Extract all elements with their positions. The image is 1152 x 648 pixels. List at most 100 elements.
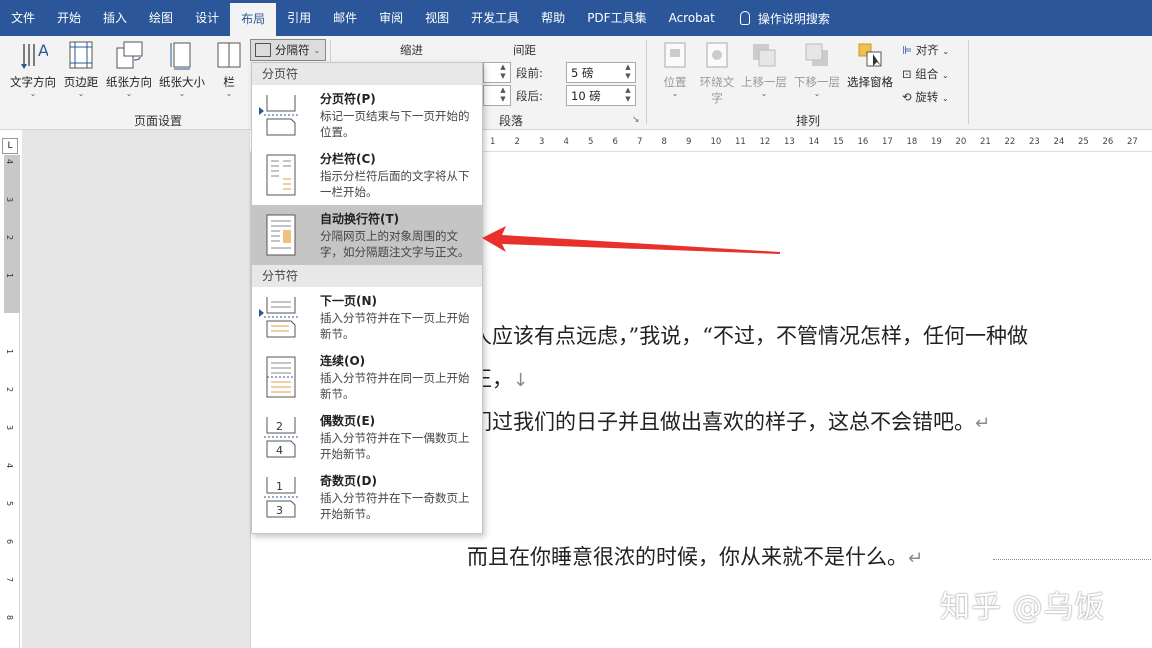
space-after-input[interactable]: 10 磅 ▲ ▼ [566,85,636,106]
tab-view[interactable]: 视图 [414,0,460,36]
ruler-number: 19 [931,137,942,147]
align-icon: ⊫ [902,43,913,57]
section-break-dotted-line [993,559,1152,560]
tab-acrobat[interactable]: Acrobat [658,0,726,36]
tab-draw[interactable]: 绘图 [138,0,184,36]
menu-item-next-page[interactable]: 下一页(N) 插入分节符并在下一页上开始新节。 [252,287,482,347]
tab-home[interactable]: 开始 [46,0,92,36]
svg-text:2: 2 [276,420,283,433]
space-after-value: 10 磅 [571,88,601,103]
menu-item-title: 分页符(P) [320,92,376,106]
group-objects-button[interactable]: ⊡ 组合 ⌄ [902,66,949,82]
menu-item-description: 标记一页结束与下一页开始的位置。 [320,109,470,139]
paragraph-group-label: 段落 [499,114,524,128]
ruler-number: 1 [5,272,15,279]
space-before-value: 5 磅 [571,65,594,80]
tell-me-search[interactable]: 操作说明搜索 [726,10,830,27]
space-before-label: 段前: [516,66,543,80]
space-after-label: 段后: [516,89,543,103]
tab-review[interactable]: 审阅 [368,0,414,36]
group-divider [968,40,969,124]
send-backward-button[interactable]: 下移一层 ⌄ [792,40,842,98]
next-page-break-icon [264,297,298,338]
chevron-down-icon: ⌄ [941,71,949,80]
tab-references[interactable]: 引用 [276,0,322,36]
ruler-number: 16 [857,137,869,147]
menu-item-column-break[interactable]: 分栏符(C) 指示分栏符后面的文字将从下一栏开始。 [252,145,482,205]
menu-item-text-wrapping-break[interactable]: 自动换行符(T) 分隔网页上的对象周围的文字，如分隔题注文字与正文。 [252,205,482,265]
size-button[interactable]: 纸张大小 ⌄ [157,40,207,98]
tab-design[interactable]: 设计 [184,0,230,36]
column-break-icon [266,154,296,196]
align-button[interactable]: ⊫ 对齐 ⌄ [902,42,949,58]
space-before-input[interactable]: 5 磅 ▲ ▼ [566,62,636,83]
ruler-number: 9 [686,137,692,147]
watermark: 知乎 @乌饭 [940,590,1106,625]
wrap-text-label: 环绕文 [699,75,735,89]
text-wrapping-break-icon [266,214,296,256]
columns-button[interactable]: 栏 ⌄ [214,40,244,98]
breaks-icon [255,43,271,57]
indent-left-input[interactable]: ▲ ▼ [483,62,511,83]
page-break-icon [264,95,298,136]
rotate-button[interactable]: ⟲ 旋转 ⌄ [902,89,949,105]
paragraph-dialog-launcher-icon[interactable]: ↘ [632,115,640,125]
tab-selector-button[interactable]: L [2,138,18,154]
menu-item-page-break[interactable]: 分页符(P) 标记一页结束与下一页开始的位置。 [252,85,482,145]
ruler-number: 24 [1053,137,1065,147]
ruler-number: 4 [5,158,15,165]
breaks-button[interactable]: 分隔符 ⌄ [250,39,326,61]
paragraph-mark: ↵ [975,413,991,434]
tab-pdf-tools[interactable]: PDF工具集 [576,0,657,36]
text-direction-label: 文字方向 [10,75,56,89]
menu-item-even-page[interactable]: 24 偶数页(E) 插入分节符并在下一偶数页上开始新节。 [252,407,482,467]
odd-page-break-icon: 13 [264,477,298,518]
left-canvas-area [22,130,250,648]
ruler-number: 7 [637,137,643,147]
indent-right-input[interactable]: ▲ ▼ [483,85,511,106]
svg-text:1: 1 [276,480,283,493]
menu-item-description: 指示分栏符后面的文字将从下一栏开始。 [320,169,470,199]
ruler-number: 8 [661,137,667,147]
position-button[interactable]: 位置 ⌄ [658,40,692,98]
tab-file[interactable]: 文件 [0,0,46,36]
selection-pane-button[interactable]: 选择窗格 [845,40,895,90]
orientation-button[interactable]: 纸张方向 ⌄ [104,40,154,98]
tab-insert[interactable]: 插入 [92,0,138,36]
ruler-number: 3 [539,137,545,147]
menu-item-description: 插入分节符并在同一页上开始新节。 [320,371,470,401]
menu-item-description: 插入分节符并在下一奇数页上开始新节。 [320,491,470,521]
position-icon [660,40,690,70]
wrap-text-icon [702,40,732,70]
tab-help[interactable]: 帮助 [530,0,576,36]
ruler-number: 5 [5,500,15,507]
wrap-text-label-line2: 字 [711,91,723,105]
tell-me-label: 操作说明搜索 [757,11,830,26]
bring-forward-button[interactable]: 上移一层 ⌄ [739,40,789,98]
margins-button[interactable]: 页边距 ⌄ [62,40,100,98]
paragraph-mark: ↵ [908,548,924,569]
tab-layout[interactable]: 布局 [230,0,277,36]
tab-developer[interactable]: 开发工具 [460,0,530,36]
breaks-dropdown-menu: 分页符 分页符(P) 标记一页结束与下一页开始的位置。 分栏符(C) 指示分栏符… [251,62,483,534]
group-divider [646,40,647,124]
document-line-4: 而且在你睡意很浓的时候，你从来就不是什么。↵ [467,541,923,571]
menu-item-description: 插入分节符并在下一页上开始新节。 [320,311,470,341]
document-line-1: 人应该有点远虑，”我说，“不过，不管情况怎样，任何一种做 [471,320,1028,350]
continuous-break-icon [266,356,296,398]
rotate-icon: ⟲ [902,90,912,104]
menu-bar: 文件 开始 插入 绘图 设计 布局 引用 邮件 审阅 视图 开发工具 帮助 PD… [0,0,1152,36]
ruler-number: 27 [1127,137,1138,147]
ruler-number: 13 [784,137,795,147]
tab-mailings[interactable]: 邮件 [322,0,368,36]
menu-item-odd-page[interactable]: 13 奇数页(D) 插入分节符并在下一奇数页上开始新节。 [252,467,482,527]
ruler-number: 6 [5,538,15,545]
menu-item-continuous[interactable]: 连续(O) 插入分节符并在同一页上开始新节。 [252,347,482,407]
paper-size-icon [167,40,197,70]
chevron-down-icon: ⌄ [942,47,950,56]
document-text: 人应该有点远虑，”我说，“不过，不管情况怎样，任何一种做 [471,324,1028,348]
ruler-number: 4 [5,462,15,469]
text-direction-button[interactable]: A 文字方向 ⌄ [6,40,60,98]
margins-label: 页边距 [63,75,99,89]
wrap-text-button[interactable]: 环绕文 字 [697,40,737,106]
